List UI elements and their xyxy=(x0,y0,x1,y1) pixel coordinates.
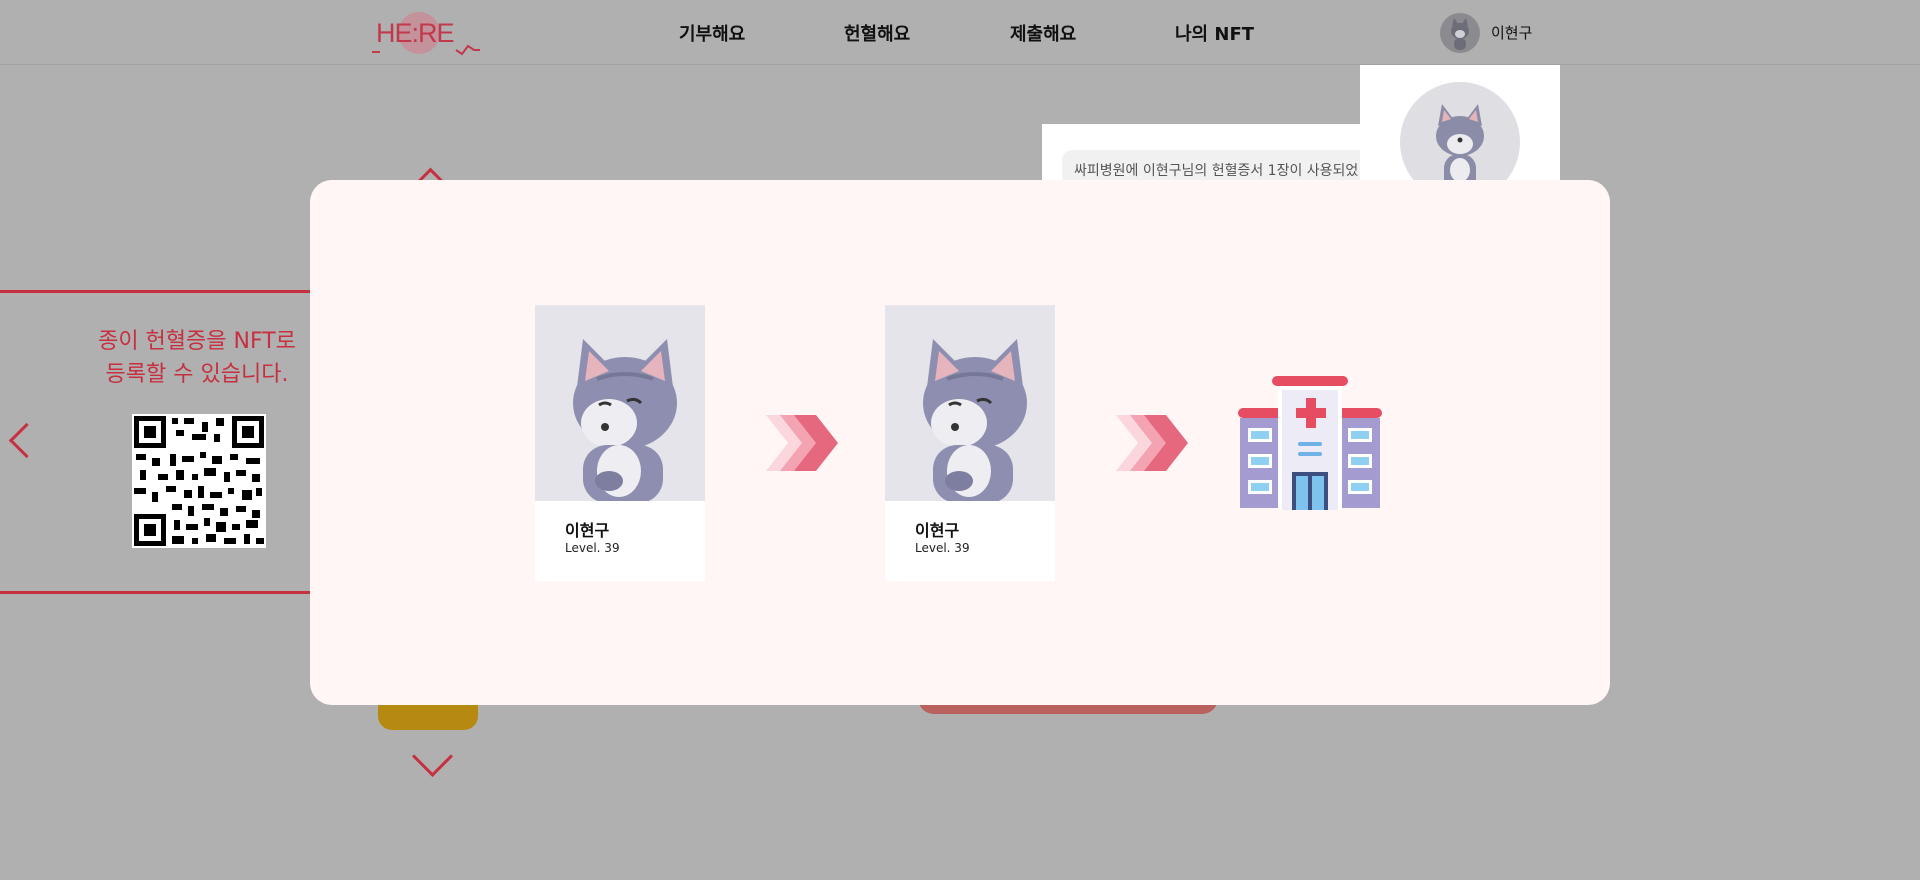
nft-image xyxy=(885,305,1055,501)
double-chevron-right-icon xyxy=(766,415,838,471)
nav-blood-donation[interactable]: 헌혈해요 xyxy=(844,20,910,46)
banner-text-line1: 종이 헌혈증을 NFT로 xyxy=(98,329,296,354)
nft-card-1[interactable]: 이현구 Level. 39 xyxy=(535,305,705,581)
nav-my-nft[interactable]: 나의 NFT xyxy=(1175,20,1254,46)
nft-level: Level. 39 xyxy=(565,541,620,555)
hospital-icon xyxy=(1238,376,1382,510)
top-header: HE:RE 기부해요 헌혈해요 제출해요 나의 NFT 이현구 xyxy=(0,0,1920,65)
nft-card-2[interactable]: 이현구 Level. 39 xyxy=(885,305,1055,581)
user-avatar[interactable] xyxy=(1440,13,1480,53)
cat-character-icon xyxy=(923,339,1027,501)
nft-level: Level. 39 xyxy=(915,541,970,555)
qr-code xyxy=(132,414,266,548)
qr-code-image xyxy=(132,414,266,548)
nft-owner-name: 이현구 xyxy=(915,521,960,540)
logo[interactable]: HE:RE xyxy=(370,12,480,56)
cat-avatar-icon xyxy=(1451,18,1469,50)
banner-text: 종이 헌혈증을 NFT로 등록할 수 있습니다. xyxy=(92,325,302,391)
nft-image xyxy=(535,305,705,501)
double-chevron-right-icon xyxy=(1116,415,1188,471)
user-name[interactable]: 이현구 xyxy=(1491,22,1532,43)
cat-character-icon xyxy=(573,339,677,501)
chevron-down-icon[interactable] xyxy=(411,735,454,778)
banner-text-line2: 등록할 수 있습니다. xyxy=(105,362,289,387)
heartbeat-line-icon xyxy=(372,44,480,56)
nav-submit[interactable]: 제출해요 xyxy=(1010,20,1076,46)
nav-donate[interactable]: 기부해요 xyxy=(679,20,745,46)
nft-owner-name: 이현구 xyxy=(565,521,610,540)
